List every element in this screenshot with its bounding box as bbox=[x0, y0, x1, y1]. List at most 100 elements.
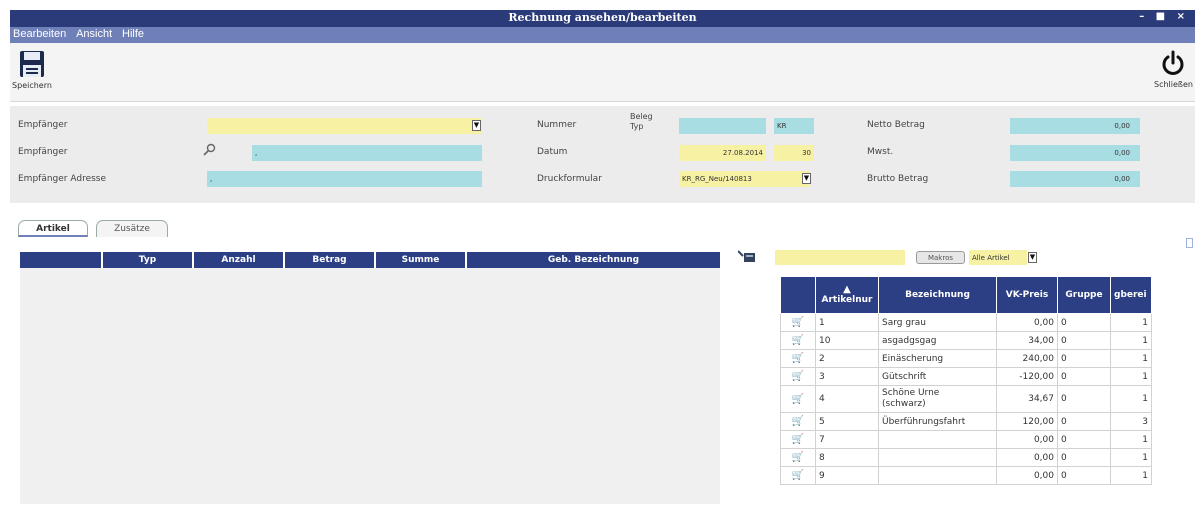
table-row[interactable]: 🛒 3 Gütschrift -120,00 0 1 bbox=[780, 367, 1152, 386]
makros-button[interactable]: Makros bbox=[916, 251, 965, 264]
tab-artikel[interactable]: Artikel bbox=[18, 220, 88, 237]
cart-icon[interactable]: 🛒 bbox=[780, 367, 816, 386]
cell-artikelnummer: 4 bbox=[815, 385, 879, 413]
table-row[interactable]: 🛒 7 0,00 0 1 bbox=[780, 430, 1152, 449]
cart-icon[interactable]: 🛒 bbox=[780, 448, 816, 467]
cell-gbereich: 1 bbox=[1110, 448, 1152, 467]
add-to-cart-icon[interactable] bbox=[738, 250, 756, 264]
chevron-down-icon[interactable]: ▼ bbox=[472, 120, 481, 131]
datum-field[interactable]: 27.08.2014 bbox=[679, 145, 766, 161]
article-search-input[interactable] bbox=[775, 250, 905, 265]
cart-icon[interactable]: 🛒 bbox=[780, 331, 816, 350]
nummer-field[interactable] bbox=[679, 118, 766, 134]
empfaenger-select[interactable] bbox=[207, 118, 482, 134]
cell-vk-preis: -120,00 bbox=[996, 367, 1058, 386]
table-row[interactable]: 🛒 5 Überführungsfahrt 120,00 0 3 bbox=[780, 412, 1152, 431]
column-select bbox=[20, 252, 103, 269]
cart-icon[interactable]: 🛒 bbox=[780, 412, 816, 431]
articles-table: ▲ Artikelnur Bezeichnung VK-Preis Gruppe… bbox=[780, 276, 1152, 485]
power-icon bbox=[1162, 50, 1183, 75]
cell-vk-preis: 0,00 bbox=[996, 313, 1058, 332]
articles-header-bezeichnung[interactable]: Bezeichnung bbox=[878, 276, 997, 314]
belegtyp-field[interactable]: KR bbox=[774, 118, 814, 134]
belegtyp-label: Beleg Typ bbox=[630, 112, 653, 131]
invoice-form: Empfänger ▼ Empfänger , Empfänger Adress… bbox=[10, 106, 1195, 203]
save-button[interactable]: Speichern bbox=[10, 50, 54, 90]
mwst-label: Mwst. bbox=[867, 147, 894, 157]
menu-ansicht[interactable]: Ansicht bbox=[76, 28, 112, 40]
articles-header-gruppe[interactable]: Gruppe bbox=[1057, 276, 1111, 314]
table-row[interactable]: 🛒 4 Schöne Urne (schwarz) 34,67 0 1 bbox=[780, 385, 1152, 413]
floppy-disk-icon bbox=[20, 51, 44, 77]
article-filter-select[interactable]: Alle Artikel bbox=[969, 250, 1027, 265]
cart-icon[interactable]: 🛒 bbox=[780, 313, 816, 332]
cell-bezeichnung bbox=[878, 448, 997, 467]
brutto-label: Brutto Betrag bbox=[867, 174, 929, 184]
cell-gbereich: 1 bbox=[1110, 313, 1152, 332]
cell-bezeichnung: Einäscherung bbox=[878, 349, 997, 368]
table-row[interactable]: 🛒 9 0,00 0 1 bbox=[780, 466, 1152, 485]
close-button[interactable]: Schließen bbox=[1150, 49, 1195, 89]
column-geb-bezeichnung[interactable]: Geb. Bezeichnung bbox=[467, 252, 720, 269]
cart-icon[interactable]: 🛒 bbox=[780, 430, 816, 449]
window-icon[interactable] bbox=[1186, 238, 1193, 248]
cell-bezeichnung: asgadgsgag bbox=[878, 331, 997, 350]
articles-header-vk-preis[interactable]: VK-Preis bbox=[996, 276, 1058, 314]
cell-artikelnummer: 7 bbox=[815, 430, 879, 449]
cell-gruppe: 0 bbox=[1057, 385, 1111, 413]
search-icon[interactable] bbox=[202, 143, 216, 157]
cell-artikelnummer: 8 bbox=[815, 448, 879, 467]
cell-gruppe: 0 bbox=[1057, 412, 1111, 431]
cell-gbereich: 1 bbox=[1110, 367, 1152, 386]
menu-bar: Bearbeiten Ansicht Hilfe bbox=[10, 27, 1195, 43]
cell-gbereich: 1 bbox=[1110, 466, 1152, 485]
cell-gbereich: 1 bbox=[1110, 385, 1152, 413]
column-betrag[interactable]: Betrag bbox=[285, 252, 376, 269]
zahlungsziel-field[interactable]: 30 bbox=[774, 145, 814, 161]
menu-bearbeiten[interactable]: Bearbeiten bbox=[13, 28, 66, 40]
sort-asc-icon: ▲ bbox=[843, 284, 851, 295]
cell-gbereich: 1 bbox=[1110, 430, 1152, 449]
table-row[interactable]: 🛒 2 Einäscherung 240,00 0 1 bbox=[780, 349, 1152, 368]
netto-field: 0,00 bbox=[1010, 118, 1140, 134]
cell-vk-preis: 34,00 bbox=[996, 331, 1058, 350]
cell-gruppe: 0 bbox=[1057, 331, 1111, 350]
adresse-field[interactable]: , bbox=[207, 171, 482, 187]
datum-label: Datum bbox=[537, 147, 568, 157]
positions-table-body[interactable] bbox=[20, 268, 720, 504]
cell-gruppe: 0 bbox=[1057, 448, 1111, 467]
articles-header-gbereich[interactable]: gberei bbox=[1110, 276, 1152, 314]
save-label: Speichern bbox=[12, 81, 52, 90]
cart-icon[interactable]: 🛒 bbox=[780, 466, 816, 485]
netto-label: Netto Betrag bbox=[867, 120, 925, 130]
column-anzahl[interactable]: Anzahl bbox=[194, 252, 285, 269]
window-controls[interactable]: – ■ × bbox=[1139, 11, 1189, 22]
brutto-field: 0,00 bbox=[1010, 171, 1140, 187]
druckformular-select[interactable]: KR_RG_Neu/140813 bbox=[679, 171, 810, 187]
table-row[interactable]: 🛒 10 asgadgsgag 34,00 0 1 bbox=[780, 331, 1152, 350]
cell-vk-preis: 0,00 bbox=[996, 466, 1058, 485]
cell-bezeichnung: Schöne Urne (schwarz) bbox=[878, 385, 997, 413]
menu-hilfe[interactable]: Hilfe bbox=[122, 28, 144, 40]
tab-zusaetze[interactable]: Zusätze bbox=[96, 220, 168, 237]
empfaenger-field[interactable]: , bbox=[252, 145, 482, 161]
cart-icon[interactable]: 🛒 bbox=[780, 349, 816, 368]
cell-artikelnummer: 1 bbox=[815, 313, 879, 332]
cell-gbereich: 3 bbox=[1110, 412, 1152, 431]
mwst-field: 0,00 bbox=[1010, 145, 1140, 161]
column-summe[interactable]: Summe bbox=[376, 252, 467, 269]
cart-icon[interactable]: 🛒 bbox=[780, 385, 816, 413]
cell-bezeichnung: Überführungsfahrt bbox=[878, 412, 997, 431]
chevron-down-icon[interactable]: ▼ bbox=[1028, 252, 1037, 263]
cell-bezeichnung bbox=[878, 430, 997, 449]
articles-header-artikelnummer[interactable]: ▲ Artikelnur bbox=[815, 276, 879, 314]
chevron-down-icon[interactable]: ▼ bbox=[802, 173, 811, 184]
cell-vk-preis: 34,67 bbox=[996, 385, 1058, 413]
empfaenger-label: Empfänger bbox=[18, 120, 68, 130]
articles-header-cart bbox=[780, 276, 816, 314]
cell-bezeichnung: Gütschrift bbox=[878, 367, 997, 386]
table-row[interactable]: 🛒 1 Sarg grau 0,00 0 1 bbox=[780, 313, 1152, 332]
cell-artikelnummer: 2 bbox=[815, 349, 879, 368]
table-row[interactable]: 🛒 8 0,00 0 1 bbox=[780, 448, 1152, 467]
column-typ[interactable]: Typ bbox=[103, 252, 194, 269]
